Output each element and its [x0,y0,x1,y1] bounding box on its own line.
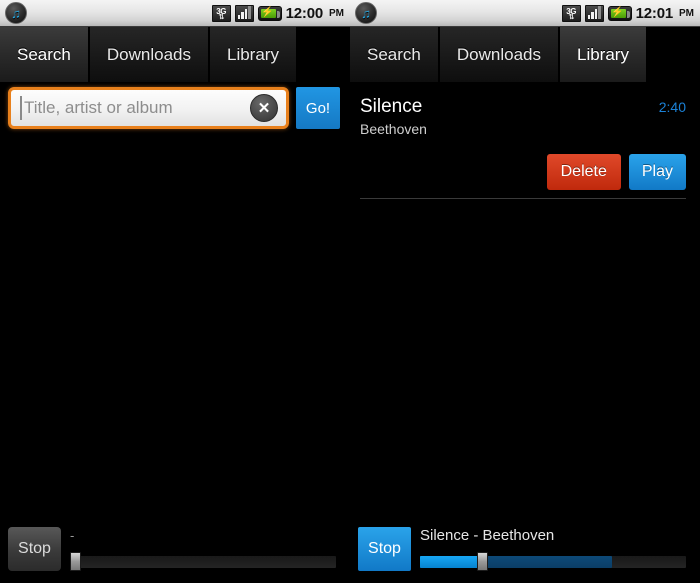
status-indicators-left: 3G ⇅ ⚡ 12:00 PM [211,4,350,22]
seek-thumb-right[interactable] [476,552,488,571]
list-divider [360,198,686,199]
seek-bar-left[interactable] [70,552,344,571]
3g-network-icon: 3G ⇅ [211,4,231,22]
dual-screenshot-container: ♫ 3G ⇅ ⚡ 12:00 PM Search Downloads Libra… [0,0,700,583]
status-indicators-right: 3G ⇅ ⚡ 12:01 PM [561,4,700,22]
right-phone-panel: ♫ 3G ⇅ ⚡ 12:01 PM Search Downloads Libra… [350,0,700,583]
tab-bar-right: Search Downloads Library [350,27,700,82]
tab-downloads-right[interactable]: Downloads [439,27,560,82]
tab-downloads-left[interactable]: Downloads [89,27,210,82]
seek-progress-right [420,556,479,568]
tab-bar-filler-right [647,27,700,82]
stop-button-left[interactable]: Stop [8,526,61,571]
seek-bar-right[interactable] [420,552,694,571]
text-caret [20,96,22,120]
status-bar-left: ♫ 3G ⇅ ⚡ 12:00 PM [0,0,350,27]
library-list: Silence 2:40 Beethoven Delete Play [350,82,700,209]
play-button[interactable]: Play [628,154,686,190]
now-playing-label-left: - [70,528,75,543]
search-row: Title, artist or album ✕ Go! [0,82,350,138]
signal-bars-icon [584,4,604,22]
battery-charging-icon: ⚡ [607,5,632,21]
tab-search-left[interactable]: Search [0,27,90,82]
track-title: Silence [360,96,423,117]
stop-button-right[interactable]: Stop [358,526,411,571]
list-item[interactable]: Silence 2:40 Beethoven Delete Play [350,82,700,209]
clear-search-icon[interactable]: ✕ [250,94,278,122]
list-item-actions: Delete Play [360,154,686,190]
music-note-icon: ♫ [5,2,27,24]
player-bar-right: Stop Silence - Beethoven [350,518,700,583]
music-note-icon: ♫ [355,2,377,24]
signal-bars-icon [234,4,254,22]
status-bar-right: ♫ 3G ⇅ ⚡ 12:01 PM [350,0,700,27]
status-time-right: 12:01 [635,4,674,22]
track-artist: Beethoven [360,121,427,137]
status-ampm-left: PM [329,7,344,19]
tab-library-left[interactable]: Library [209,27,298,82]
tab-bar-left: Search Downloads Library [0,27,350,82]
status-time-left: 12:00 [285,4,324,22]
seek-track-left [70,556,336,568]
status-ampm-right: PM [679,7,694,19]
go-button[interactable]: Go! [296,87,340,129]
player-info-left: - [70,526,344,571]
list-item-header: Silence 2:40 [360,96,686,118]
left-phone-panel: ♫ 3G ⇅ ⚡ 12:00 PM Search Downloads Libra… [0,0,350,583]
player-bar-left: Stop - [0,518,350,583]
tab-search-right[interactable]: Search [350,27,440,82]
tab-bar-filler-left [297,27,350,82]
seek-thumb-left[interactable] [70,552,81,571]
status-notifications-right: ♫ [350,2,377,24]
now-playing-label-right: Silence - Beethoven [420,527,555,544]
search-placeholder: Title, artist or album [24,98,173,117]
battery-charging-icon: ⚡ [257,5,282,21]
delete-button[interactable]: Delete [546,154,621,190]
search-input[interactable]: Title, artist or album ✕ [8,87,289,129]
track-duration: 2:40 [658,99,686,115]
player-info-right: Silence - Beethoven [420,526,694,571]
3g-network-icon: 3G ⇅ [561,4,581,22]
status-notifications-left: ♫ [0,2,27,24]
tab-library-right[interactable]: Library [559,27,648,82]
